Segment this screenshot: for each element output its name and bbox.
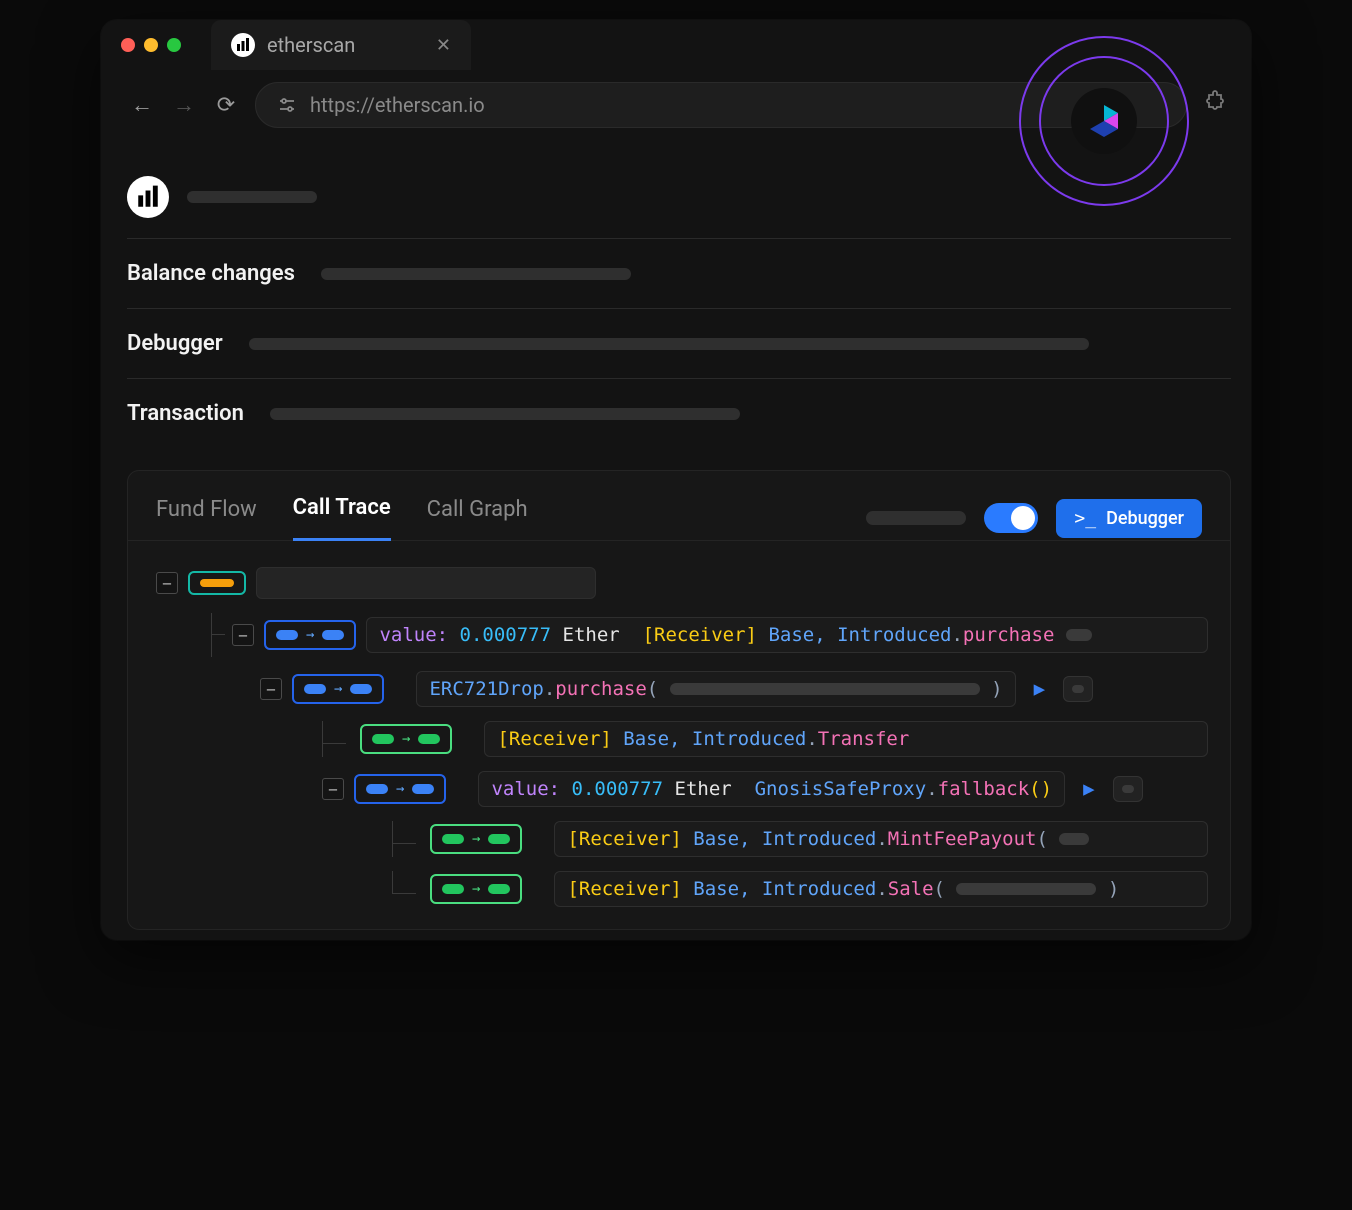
section-transaction: Transaction: [127, 379, 1231, 448]
section-title: Transaction: [127, 401, 244, 426]
etherscan-favicon: [231, 33, 255, 57]
reload-button[interactable]: ⟳: [213, 93, 239, 118]
section-title: Balance changes: [127, 261, 295, 286]
code-line[interactable]: ERC721Drop.purchase( ): [416, 671, 1015, 707]
page-content: Balance changes Debugger Transaction Fun…: [101, 146, 1251, 940]
skeleton-bar: [866, 511, 966, 525]
code-line[interactable]: [Receiver] Base, Introduced.Sale( ): [554, 871, 1208, 907]
toolbar: ← → ⟳ https://etherscan.io: [101, 70, 1251, 146]
debugger-button-label: Debugger: [1106, 508, 1184, 529]
call-badge-blue: →: [354, 774, 446, 804]
skeleton-bar: [256, 567, 596, 599]
skeleton-bar: [249, 338, 1089, 350]
extension-logo-icon[interactable]: [1071, 88, 1137, 154]
tab-fund-flow[interactable]: Fund Flow: [156, 497, 257, 540]
collapse-toggle[interactable]: −: [156, 572, 178, 594]
trace-row: − → value: 0.000777 Ether [Receiver] Bas…: [156, 613, 1208, 657]
browser-tab[interactable]: etherscan ✕: [211, 20, 471, 70]
trace-row: → [Receiver] Base, Introduced.Transfer: [156, 721, 1208, 757]
trace-root-row: −: [156, 567, 1208, 599]
skeleton-bar: [321, 268, 631, 280]
root-badge: [188, 571, 246, 595]
section-title: Debugger: [127, 331, 223, 356]
event-badge-green: →: [430, 874, 522, 904]
browser-window: etherscan ✕ ← → ⟳ https://etherscan.io: [101, 20, 1251, 940]
back-button[interactable]: ←: [129, 92, 155, 118]
debugger-button[interactable]: >_ Debugger: [1056, 499, 1202, 538]
code-line[interactable]: value: 0.000777 Ether [Receiver] Base, I…: [366, 617, 1208, 653]
event-badge-green: →: [360, 724, 452, 754]
site-logo-icon: [127, 176, 169, 218]
trace-row: − → value: 0.000777 Ether GnosisSafeProx…: [156, 771, 1208, 807]
toggle-switch[interactable]: [984, 503, 1038, 533]
url-text: https://etherscan.io: [310, 93, 485, 117]
skeleton-bar: [187, 191, 317, 203]
trace-row: → [Receiver] Base, Introduced.Sale( ): [156, 871, 1208, 907]
close-window-button[interactable]: [121, 38, 135, 52]
trace-row: → [Receiver] Base, Introduced.MintFeePay…: [156, 821, 1208, 857]
minimize-window-button[interactable]: [144, 38, 158, 52]
panel-tabs: Fund Flow Call Trace Call Graph >_ Debug…: [128, 471, 1230, 541]
call-trace-tree: − − → value: 0.000777 Ether [Rec: [128, 540, 1230, 929]
collapse-toggle[interactable]: −: [232, 624, 254, 646]
trace-panel: Fund Flow Call Trace Call Graph >_ Debug…: [127, 470, 1231, 930]
tune-icon: [278, 96, 296, 114]
section-balance-changes: Balance changes: [127, 239, 1231, 309]
terminal-icon: >_: [1074, 508, 1096, 529]
brand-row: [127, 162, 1231, 239]
play-icon[interactable]: ▶: [1034, 678, 1045, 700]
event-badge-green: →: [430, 824, 522, 854]
close-tab-button[interactable]: ✕: [436, 35, 451, 56]
extensions-button[interactable]: [1203, 90, 1229, 120]
trailing-chip: [1063, 676, 1093, 702]
section-debugger: Debugger: [127, 309, 1231, 379]
call-badge-blue: →: [264, 620, 356, 650]
skeleton-bar: [270, 408, 740, 420]
collapse-toggle[interactable]: −: [322, 778, 344, 800]
collapse-toggle[interactable]: −: [260, 678, 282, 700]
code-line[interactable]: value: 0.000777 Ether GnosisSafeProxy.fa…: [478, 771, 1065, 807]
window-controls: [121, 38, 181, 52]
code-line[interactable]: [Receiver] Base, Introduced.MintFeePayou…: [554, 821, 1208, 857]
trailing-chip: [1113, 776, 1143, 802]
call-badge-blue: →: [292, 674, 384, 704]
tab-title: etherscan: [267, 33, 355, 57]
code-line[interactable]: [Receiver] Base, Introduced.Transfer: [484, 721, 1208, 757]
tab-call-graph[interactable]: Call Graph: [427, 497, 528, 540]
trace-row: − → ERC721Drop.purchase( ) ▶: [156, 671, 1208, 707]
forward-button[interactable]: →: [171, 92, 197, 118]
titlebar: etherscan ✕: [101, 20, 1251, 70]
play-icon[interactable]: ▶: [1083, 778, 1094, 800]
maximize-window-button[interactable]: [167, 38, 181, 52]
tab-call-trace[interactable]: Call Trace: [293, 495, 391, 541]
address-bar[interactable]: https://etherscan.io: [255, 82, 1187, 128]
